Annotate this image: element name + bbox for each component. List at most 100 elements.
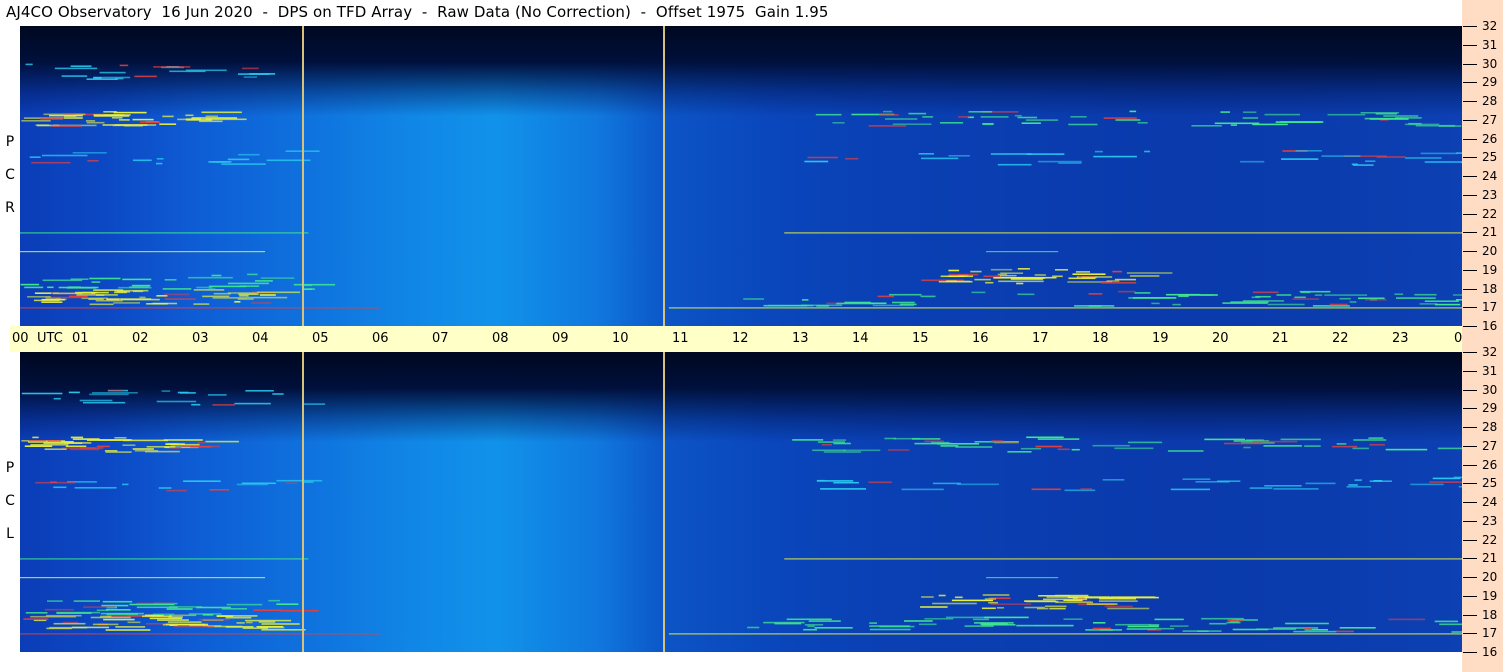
signal-streak [792,439,824,441]
signal-streak [1388,618,1425,621]
signal-streak [1080,488,1093,490]
signal-streak [255,280,273,282]
signal-streak [1057,448,1070,451]
mhz-tick [1463,483,1477,484]
signal-streak [1429,481,1462,483]
signal-streak [774,622,802,625]
signal-streak [1414,293,1437,296]
signal-streak [142,615,172,618]
signal-streak [1324,294,1368,296]
signal-streak [1020,447,1042,450]
signal-streak [56,611,101,614]
signal-streak [980,623,1008,625]
utc-tick-label: 23 [1392,331,1409,346]
signal-streak [1264,485,1302,487]
signal-streak [1034,274,1046,276]
signal-streak [889,293,922,296]
signal-streak [47,440,61,442]
signal-streak [1102,479,1125,481]
signal-streak [1099,597,1137,600]
signal-streak [169,70,206,73]
signal-streak [1068,277,1096,280]
signal-streak [956,483,999,486]
signal-streak [1369,480,1392,482]
signal-streak [21,392,63,395]
signal-streak [127,621,141,624]
signal-streak [83,401,126,404]
utc-tick-label: 17 [1032,331,1049,346]
signal-streak [181,445,220,448]
signal-streak [1178,295,1189,298]
utc-tick-label: 02 [132,331,149,346]
signal-streak [1151,302,1160,305]
signal-streak [122,278,152,281]
signal-streak [1063,618,1083,620]
signal-streak [208,288,216,290]
signal-streak [998,280,1044,283]
signal-streak [134,450,159,452]
signal-streak [1063,599,1083,602]
signal-streak [1170,625,1189,627]
signal-streak [1093,155,1137,158]
signal-streak [1014,114,1022,117]
signal-streak [164,298,196,300]
signal-streak [156,162,163,165]
mhz-tick [1463,64,1477,65]
signal-streak [44,448,67,450]
signal-streak [95,294,105,296]
signal-streak [964,625,994,627]
signal-streak [197,441,206,444]
signal-streak [161,390,171,392]
lcp-letter-c: C [5,493,15,509]
signal-streak [21,120,51,122]
rcp-spectrogram [20,26,1462,326]
signal-streak [83,606,116,608]
utc-tick-label: 19 [1152,331,1169,346]
signal-streak [1376,156,1406,158]
signal-streak [156,158,164,160]
signal-streak [89,303,114,306]
signal-streak [1346,486,1372,488]
mhz-tick-label: 30 [1482,57,1498,71]
signal-streak [152,613,175,616]
signal-streak [31,161,71,164]
signal-streak [1026,436,1064,439]
mhz-tick-label: 17 [1482,626,1498,640]
mhz-tick [1463,120,1477,121]
signal-streak [1220,111,1230,113]
signal-streak [1086,603,1118,605]
signal-streak [157,619,189,621]
signal-streak [166,608,193,610]
signal-streak [904,620,933,622]
signal-streak [833,442,851,445]
signal-streak [980,116,1009,118]
signal-streak [808,620,841,622]
signal-streak [981,607,996,610]
signal-streak [165,443,185,445]
mhz-tick [1463,502,1477,503]
signal-streak [40,118,63,120]
signal-streak [139,121,161,123]
signal-streak [139,296,146,299]
signal-streak [1025,119,1059,121]
signal-streak [134,75,157,78]
signal-streak [85,120,96,122]
signal-streak [1021,122,1041,124]
signal-streak [1285,622,1329,625]
signal-streak [1088,305,1102,307]
signal-streak [879,114,899,116]
signal-streak [53,486,67,489]
signal-streak [303,403,326,405]
signal-streak [1303,628,1313,630]
signal-streak [918,153,934,155]
signal-streak [107,389,124,392]
signal-streak [1103,117,1137,119]
signal-streak [259,294,276,296]
signal-streak [169,606,203,608]
signal-streak [71,626,110,629]
signal-streak [1352,447,1369,450]
mhz-tick [1463,427,1477,428]
signal-streak [64,442,92,444]
utc-tick-label: 01 [72,331,89,346]
signal-streak [845,157,859,160]
